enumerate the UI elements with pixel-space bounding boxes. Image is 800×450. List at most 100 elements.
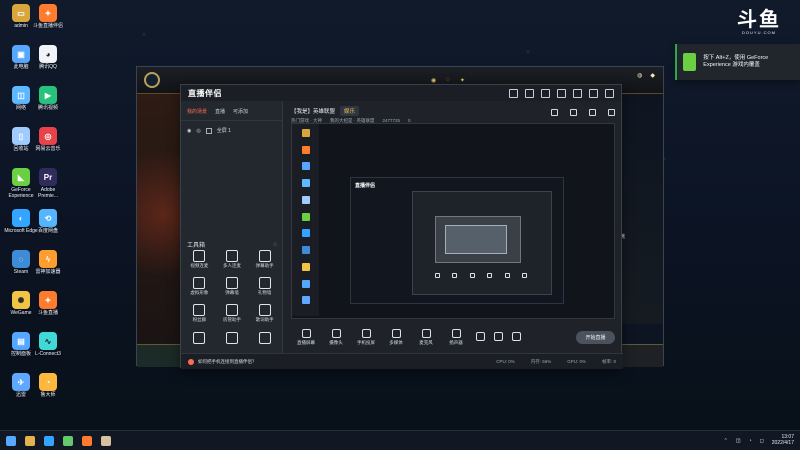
tab-my-scenes[interactable]: 我的场景 xyxy=(187,108,207,115)
desktop-icon-premiere[interactable]: Pr Adobe Premie... xyxy=(31,168,65,208)
more-icon[interactable]: ◌ xyxy=(273,242,277,248)
companion-left-panel: 我的场景 直播 可添加 ◉ ◎ 全屏 1 工具箱 ◌ 视频连麦 多人连麦 弹幕助… xyxy=(181,101,283,353)
recycle-bin-icon xyxy=(301,195,310,204)
beauty-button[interactable] xyxy=(489,332,507,343)
notification-icon[interactable]: ◻ xyxy=(760,438,764,444)
network-icon[interactable]: ◫ xyxy=(736,438,741,444)
tool-video-co-stream[interactable]: 视频连麦 xyxy=(185,250,214,269)
screen-source-button[interactable]: 直播屏幕 xyxy=(291,329,321,346)
warning-icon xyxy=(188,358,194,365)
desktop-icon-netease-music[interactable]: ◎ 网易云音乐 xyxy=(31,127,65,167)
control-label: 摄像头 xyxy=(329,340,343,345)
settings-icon[interactable] xyxy=(589,109,596,116)
microphone-icon xyxy=(421,329,431,338)
media-button[interactable]: 多媒体 xyxy=(381,329,411,346)
layout-button[interactable] xyxy=(471,332,489,343)
screen-icon xyxy=(435,273,440,278)
windows-icon[interactable] xyxy=(6,435,16,446)
desktop-icon-qq[interactable]: ◕ 腾讯QQ xyxy=(31,45,65,85)
menu-icon[interactable] xyxy=(557,88,566,98)
minimize-icon[interactable] xyxy=(573,88,582,98)
download-icon xyxy=(301,296,310,305)
tool-virtual-avatar[interactable]: 虚拟形象 xyxy=(185,277,214,296)
screen-icon xyxy=(301,329,311,338)
speaker-button[interactable]: 扬声器 xyxy=(441,329,471,346)
status-help[interactable]: 如何把手机连接到直播伴侣？ xyxy=(188,358,257,365)
lock-icon[interactable] xyxy=(551,109,558,116)
tool-gift-wall[interactable]: 礼物墙 xyxy=(250,277,279,296)
room-badge: 娱乐 xyxy=(340,106,360,116)
settings-icon xyxy=(511,332,521,341)
message-icon[interactable] xyxy=(541,88,550,98)
tool-fan-group[interactable]: 粉丝群 xyxy=(185,304,214,323)
tool-label: 歌词助手 xyxy=(255,317,274,323)
app-icon[interactable] xyxy=(101,435,111,446)
phone-cast-button[interactable]: 手机投屏 xyxy=(351,329,381,346)
camera-button[interactable]: 摄像头 xyxy=(321,329,351,346)
tool-room-admin[interactable]: 房管助手 xyxy=(218,304,247,323)
toolbox-grid: 视频连麦 多人连麦 弹幕助手 虚拟形象 弹幕墙 礼物墙 粉丝群 房管助手 歌词助… xyxy=(185,250,279,346)
explorer-icon[interactable] xyxy=(25,435,35,446)
settings-button[interactable] xyxy=(507,332,525,343)
eye-icon[interactable]: ◉ xyxy=(187,128,191,134)
tool-bullet-assistant[interactable]: 弹幕助手 xyxy=(250,250,279,269)
control-panel-icon: ▤ xyxy=(12,332,30,350)
geforce-icon: ◣ xyxy=(12,168,30,186)
cloud-drive-icon: ⟲ xyxy=(39,209,57,227)
control-label: 手机投屏 xyxy=(357,340,375,345)
douyu-icon[interactable] xyxy=(82,435,92,446)
scene-icon xyxy=(205,127,212,134)
scene-row[interactable]: ◉ ◎ 全屏 1 xyxy=(181,121,282,140)
status-metrics: CPU: 0% 内存: 56% GPU: 0% 帧率: 0 xyxy=(496,359,616,365)
memory-metric: 内存: 56% xyxy=(530,358,552,364)
steam-icon xyxy=(301,246,310,255)
tab-live[interactable]: 直播 xyxy=(215,108,225,115)
maximize-icon[interactable] xyxy=(589,88,598,98)
edge-icon: ◐ xyxy=(12,209,30,227)
companion-right-panel: 【我是】英雄联盟 娱乐 热门游戏 · 大神 我的大招是 · 英雄联盟 24777… xyxy=(283,101,623,353)
clock-date: 2022/4/17 xyxy=(771,439,794,446)
computer-icon: ▣ xyxy=(12,45,30,63)
desktop-icon-label: 鲁大师 xyxy=(40,392,56,398)
tool-danmu-wall[interactable]: 弹幕墙 xyxy=(218,277,247,296)
screen-icon[interactable] xyxy=(570,109,577,116)
tool-extra-1[interactable] xyxy=(185,331,214,346)
desktop-icon-baidu-netdisk[interactable]: ⟲ 百度网盘 xyxy=(31,209,65,249)
desktop-icon-ludashi[interactable]: ◔ 鲁大师 xyxy=(31,373,65,413)
browser-icon[interactable] xyxy=(63,435,73,446)
lock-icon[interactable]: ◎ xyxy=(196,128,200,134)
tool-extra-2[interactable] xyxy=(218,331,247,346)
desktop-icon-tencent-video[interactable]: ▶ 腾讯视频 xyxy=(31,86,65,126)
edge-icon[interactable] xyxy=(44,435,54,446)
companion-titlebar: 直播伴侣 xyxy=(181,85,621,101)
shortcut-icon xyxy=(193,331,206,344)
tool-extra-3[interactable] xyxy=(250,331,279,346)
gift-icon xyxy=(258,277,271,290)
close-icon[interactable] xyxy=(605,88,614,98)
beauty-icon xyxy=(493,332,503,341)
desktop-icon-douyu-companion[interactable]: ✦ 斗鱼直播伴侣 xyxy=(31,4,65,44)
desktop-icon-l-connect3[interactable]: ∿ L-Connect3 xyxy=(31,332,65,372)
microphone-button[interactable]: 麦克风 xyxy=(411,329,441,346)
desktop-icon-raytheon[interactable]: ϟ 雷神加速器 xyxy=(31,250,65,290)
gift-icon[interactable] xyxy=(525,88,534,98)
douyu-logo: 斗鱼 DOUYU.COM xyxy=(728,10,790,41)
bottom-controls: 直播屏幕 摄像头 手机投屏 多媒体 麦克风 扬声器 开始直播 xyxy=(291,326,615,349)
live-preview[interactable]: 直播伴侣 xyxy=(291,123,615,319)
rgb-control-icon: ∿ xyxy=(39,332,57,350)
tool-multi-co-stream[interactable]: 多人连麦 xyxy=(218,250,247,269)
start-live-button[interactable]: 开始直播 xyxy=(576,331,615,344)
desktop-icon-douyu-live[interactable]: ✦ 斗鱼直播 xyxy=(31,291,65,331)
tab-add[interactable]: 可添加 xyxy=(233,108,248,115)
chevron-up-icon[interactable]: ⌃ xyxy=(724,438,728,444)
volume-icon[interactable]: ◔ xyxy=(749,438,752,444)
live-companion-window[interactable]: 直播伴侣 我的场景 直播 可添加 ◉ ◎ 全屏 1 工具箱 ◌ 视频连麦 多人连… xyxy=(180,84,623,369)
avatar-icon[interactable] xyxy=(509,88,518,98)
clock[interactable]: 13:07 2022/4/17 xyxy=(771,434,794,446)
desktop: 斗鱼 DOUYU.COM 按下 Alt+Z，使用 GeForce Experie… xyxy=(0,0,800,430)
game-nav-icon: ◉ xyxy=(431,77,437,84)
geforce-toast[interactable]: 按下 Alt+Z，使用 GeForce Experience 游戏内覆盖 xyxy=(675,44,800,80)
tool-lyrics-assistant[interactable]: 歌词助手 xyxy=(250,304,279,323)
douyu-logo-mark: 斗鱼 xyxy=(737,9,781,31)
toolbox-title: 工具箱 xyxy=(187,243,206,249)
